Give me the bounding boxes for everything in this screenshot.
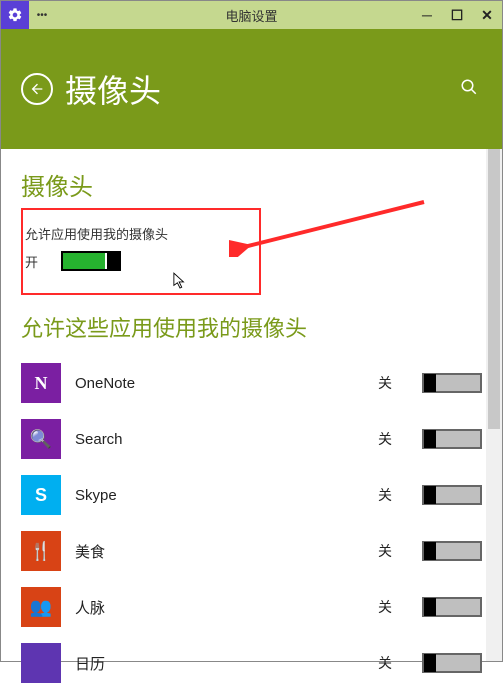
app-name: 美食 bbox=[75, 541, 364, 562]
scrollbar-thumb[interactable] bbox=[488, 149, 500, 429]
app-name: Skype bbox=[75, 487, 364, 504]
app-state: 关 bbox=[378, 485, 408, 505]
maximize-button[interactable]: ☐ bbox=[442, 1, 472, 29]
annotation-arrow-icon bbox=[229, 197, 429, 257]
app-state: 关 bbox=[378, 373, 408, 393]
annotation-highlight-box: 允许应用使用我的摄像头 开 bbox=[21, 208, 261, 295]
app-name: 日历 bbox=[75, 653, 364, 674]
camera-permission-label: 允许应用使用我的摄像头 bbox=[25, 224, 247, 243]
app-state: 关 bbox=[378, 597, 408, 617]
content-area: 摄像头 允许应用使用我的摄像头 开 允许这些应用使用我的摄像头 NOneNote… bbox=[1, 149, 502, 661]
app-icon: S bbox=[21, 475, 61, 515]
app-row: 🍴 美食关 bbox=[21, 523, 482, 579]
page-header: 摄像头 bbox=[1, 29, 502, 149]
app-icon: N bbox=[21, 363, 61, 403]
titlebar-menu-dots[interactable]: ••• bbox=[29, 1, 55, 29]
search-button[interactable] bbox=[460, 78, 478, 101]
titlebar: ••• 电脑设置 ─ ☐ ✕ bbox=[1, 1, 502, 29]
app-state: 关 bbox=[378, 541, 408, 561]
app-row: S Skype 关 bbox=[21, 467, 482, 523]
app-row: 日历关 bbox=[21, 635, 482, 691]
app-icon: 🍴 bbox=[21, 531, 61, 571]
page-title: 摄像头 bbox=[65, 66, 161, 112]
section-apps-title: 允许这些应用使用我的摄像头 bbox=[21, 311, 482, 343]
cursor-icon bbox=[173, 272, 187, 290]
vertical-scrollbar[interactable] bbox=[486, 149, 502, 661]
app-name: 人脉 bbox=[75, 597, 364, 618]
apps-list: NOneNote关🔍Search关SSkype关🍴美食关👥人脉关日历关 bbox=[21, 355, 482, 691]
app-toggle[interactable] bbox=[422, 429, 482, 449]
app-toggle[interactable] bbox=[422, 597, 482, 617]
camera-permission-state: 开 bbox=[25, 252, 45, 271]
app-state: 关 bbox=[378, 429, 408, 449]
app-name: OneNote bbox=[75, 375, 364, 392]
back-button[interactable] bbox=[21, 73, 53, 105]
app-name: Search bbox=[75, 431, 364, 448]
app-toggle[interactable] bbox=[422, 653, 482, 673]
camera-permission-toggle[interactable] bbox=[61, 251, 121, 271]
settings-icon bbox=[1, 1, 29, 29]
minimize-button[interactable]: ─ bbox=[412, 1, 442, 29]
search-icon bbox=[460, 78, 478, 96]
app-toggle[interactable] bbox=[422, 373, 482, 393]
close-button[interactable]: ✕ bbox=[472, 1, 502, 29]
app-icon: 👥 bbox=[21, 587, 61, 627]
app-row: 👥 人脉关 bbox=[21, 579, 482, 635]
app-icon: 🔍 bbox=[21, 419, 61, 459]
app-row: N OneNote 关 bbox=[21, 355, 482, 411]
app-icon bbox=[21, 643, 61, 683]
app-state: 关 bbox=[378, 653, 408, 673]
app-toggle[interactable] bbox=[422, 541, 482, 561]
app-row: 🔍 Search 关 bbox=[21, 411, 482, 467]
app-toggle[interactable] bbox=[422, 485, 482, 505]
window-title: 电脑设置 bbox=[225, 6, 277, 25]
back-arrow-icon bbox=[29, 81, 45, 97]
